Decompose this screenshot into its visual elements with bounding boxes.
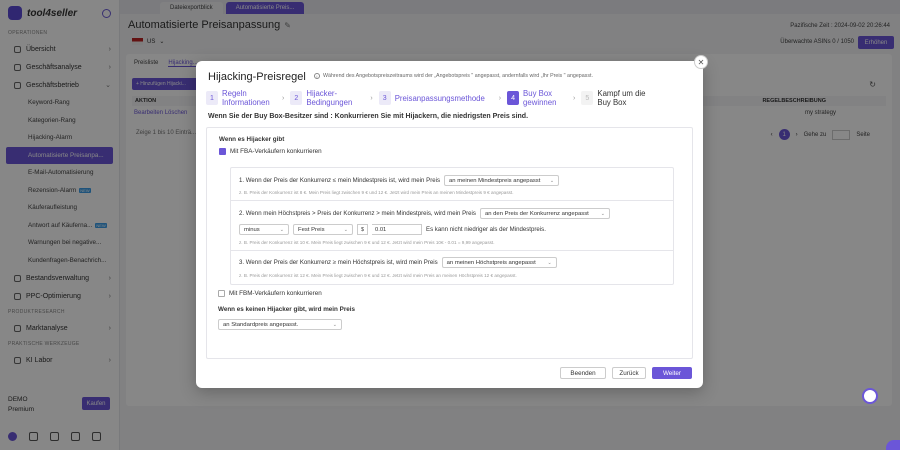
rule-2-select[interactable]: an den Preis der Konkurrenz angepasst ⌄	[479, 208, 610, 219]
wizard-steps: 1 Regeln Informationen › 2 Hijacker-Beding…	[206, 87, 694, 109]
step-label: Regeln Informationen	[222, 89, 270, 107]
rule-2-text: 2. Wenn mein Höchstpreis > Preis der Kon…	[239, 210, 476, 217]
step-label: Buy Box gewinnen	[523, 89, 557, 107]
next-button[interactable]: Weiter	[652, 367, 692, 379]
fba-checkbox[interactable]: Mit FBA-Verkäufern konkurrieren	[219, 148, 322, 155]
chevron-right-icon: ›	[370, 94, 373, 102]
rule-3-text: 3. Wenn der Preis der Konkurrenz ≥ mein …	[239, 259, 438, 266]
rules-box: 1. Wenn der Preis der Konkurrenz ≤ mein …	[230, 167, 674, 285]
chevron-down-icon: ⌄	[343, 226, 348, 233]
rule-1-select[interactable]: an meinen Mindestpreis angepasst ⌄	[444, 175, 560, 186]
rule-3: 3. Wenn der Preis der Konkurrenz ≥ mein …	[239, 257, 557, 268]
no-hijacker-select-value: an Standardpreis angepasst.	[223, 321, 299, 328]
help-chat-icon[interactable]	[862, 388, 878, 404]
hijacker-heading: Wenn es Hijacker gibt	[219, 136, 285, 143]
step-banner: Wenn Sie der Buy Box-Besitzer sind : Kon…	[208, 113, 529, 120]
chevron-right-icon: ›	[573, 94, 576, 102]
rule-divider	[231, 200, 673, 201]
step-number: 5	[581, 91, 594, 105]
step-label: Kampf um die Buy Box	[597, 89, 646, 107]
rule-2-tail: Es kann nicht niedriger als der Mindestp…	[426, 226, 546, 233]
step-5[interactable]: 5 Kampf um die Buy Box	[581, 89, 659, 107]
rule-3-select-value: an meinen Höchstpreis angepasst	[446, 259, 536, 266]
step-2[interactable]: 2 Hijacker-Bedingungen	[290, 89, 364, 107]
rule-1-text: 1. Wenn der Preis der Konkurrenz ≤ mein …	[239, 177, 441, 184]
step-number: 3	[378, 91, 391, 105]
end-button[interactable]: Beenden	[560, 367, 606, 379]
rule-2-note: z. B. Preis der Konkurrenz ist 10 €. Mei…	[239, 240, 495, 245]
no-hijacker-heading: Wenn es keinen Hijacker gibt, wird mein …	[218, 306, 356, 313]
amount-input[interactable]: 0.01	[372, 224, 422, 235]
minus-select[interactable]: minus ⌄	[239, 224, 289, 235]
step-3[interactable]: 3 Preisanpassungsmethode	[378, 91, 493, 105]
chevron-down-icon: ⌄	[279, 226, 284, 233]
rule-3-note: z. B. Preis der Konkurrenz ist 12 €. Mei…	[239, 273, 517, 278]
fbm-checkbox[interactable]: Mit FBM-Verkäufern konkurrieren	[218, 290, 322, 297]
minus-select-value: minus	[244, 226, 260, 233]
corner-widget-icon[interactable]	[886, 440, 900, 450]
checkbox-checked-icon	[219, 148, 226, 155]
checkbox-unchecked-icon	[218, 290, 225, 297]
chevron-down-icon: ⌄	[547, 259, 552, 266]
no-hijacker-select[interactable]: an Standardpreis angepasst. ⌄	[218, 319, 342, 330]
rule-2-select-value: an den Preis der Konkurrenz angepasst	[484, 210, 589, 217]
step-4[interactable]: 4 Buy Box gewinnen	[507, 89, 567, 107]
step-number: 4	[507, 91, 520, 105]
chevron-right-icon: ›	[282, 94, 285, 102]
fba-checkbox-label: Mit FBA-Verkäufern konkurrieren	[230, 148, 322, 155]
chevron-right-icon: ›	[498, 94, 502, 102]
info-icon: i	[314, 73, 320, 79]
close-icon[interactable]: ✕	[694, 55, 708, 69]
step-number: 2	[290, 91, 303, 105]
step-1[interactable]: 1 Regeln Informationen	[206, 89, 276, 107]
hijacking-price-rule-modal: Hijacking-Preisregel i Während des Angebo…	[196, 61, 703, 388]
rule-2: 2. Wenn mein Höchstpreis > Preis der Kon…	[239, 208, 610, 219]
rule-divider	[231, 250, 673, 251]
fixed-price-value: Fest Preis	[298, 226, 325, 233]
modal-hint: i Während des Angebotspreiszeitraums wird…	[314, 73, 593, 79]
step-label: Preisanpassungsmethode	[394, 93, 485, 103]
modal-hint-text: Während des Angebotspreiszeitraums wird …	[323, 73, 593, 79]
modal-title: Hijacking-Preisregel	[208, 71, 306, 83]
back-button[interactable]: Zurück	[612, 367, 646, 379]
fbm-checkbox-label: Mit FBM-Verkäufern konkurrieren	[229, 290, 322, 297]
rule-1: 1. Wenn der Preis der Konkurrenz ≤ mein …	[239, 175, 560, 186]
chevron-down-icon: ⌄	[332, 321, 337, 328]
fixed-price-select[interactable]: Fest Preis ⌄	[293, 224, 353, 235]
currency-prefix: $	[357, 224, 368, 235]
step-number: 1	[206, 91, 218, 105]
step-label: Hijacker-Bedingungen	[306, 89, 353, 107]
rule-1-select-value: an meinen Mindestpreis angepasst	[449, 177, 541, 184]
rule-3-select[interactable]: an meinen Höchstpreis angepasst ⌄	[441, 257, 557, 268]
rule-2-adjust: minus ⌄ Fest Preis ⌄ $ 0.01 Es kann nicht …	[239, 224, 546, 235]
chevron-down-icon: ⌄	[600, 210, 605, 217]
rule-1-note: z. B. Preis der Konkurrenz ist 8 €. Mein…	[239, 190, 514, 195]
chevron-down-icon: ⌄	[549, 177, 555, 184]
